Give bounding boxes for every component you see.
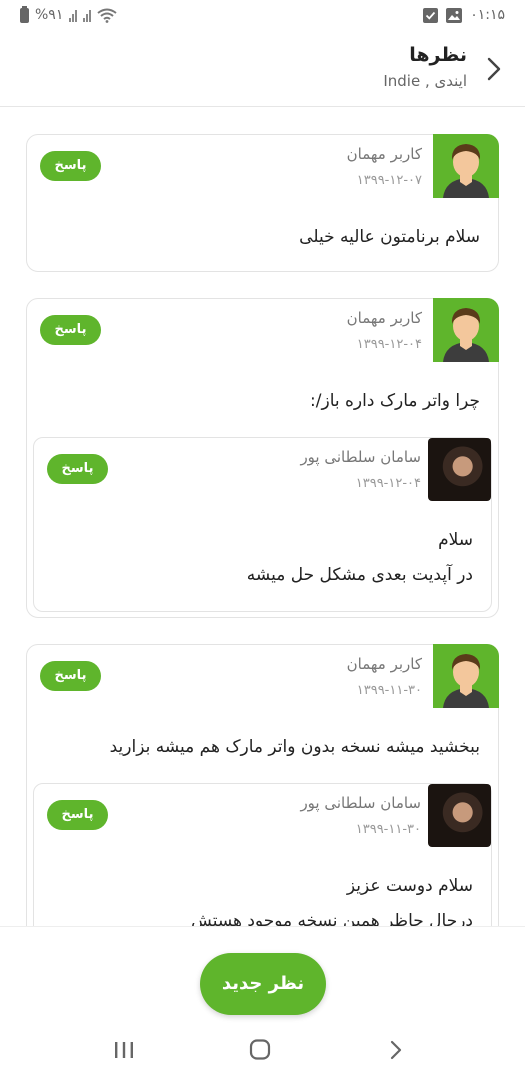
system-nav-bar bbox=[0, 1027, 525, 1077]
comment-date: ۱۳۹۹-۱۲-۰۴ bbox=[356, 337, 422, 352]
guest-avatar bbox=[433, 644, 499, 708]
app-header: نظرها ایندی , Indie bbox=[0, 32, 525, 107]
bottom-bar: نظر جدید bbox=[0, 926, 525, 1080]
reply-text-line: سلام bbox=[438, 530, 473, 550]
comment-author: کاربر مهمان bbox=[346, 309, 422, 327]
comment-card: کاربر مهمان ۱۳۹۹-۱۱-۳۰ پاسخ ببخشید میشه … bbox=[26, 644, 499, 926]
new-comment-button[interactable]: نظر جدید bbox=[200, 953, 326, 1015]
battery-icon bbox=[20, 5, 29, 23]
user-avatar-icon bbox=[443, 654, 489, 708]
comment-date: ۱۳۹۹-۱۱-۳۰ bbox=[356, 683, 422, 698]
reply-button[interactable]: پاسخ bbox=[40, 315, 101, 345]
reply-button[interactable]: پاسخ bbox=[47, 800, 108, 830]
reply-text-line: درحال حاظر همین نسخه موجود هستش bbox=[191, 911, 473, 926]
checkbox-notification-icon bbox=[423, 7, 439, 23]
guest-avatar bbox=[433, 134, 499, 198]
status-right: ۰۱:۱۵ bbox=[423, 7, 505, 23]
reply-text-line: در آپدیت بعدی مشکل حل میشه bbox=[246, 565, 473, 585]
reply-date: ۱۳۹۹-۱۲-۰۴ bbox=[355, 476, 421, 491]
page-title: نظرها bbox=[409, 44, 467, 66]
back-chevron-icon[interactable] bbox=[481, 54, 507, 84]
signal-icon-2 bbox=[83, 8, 92, 22]
clock: ۰۱:۱۵ bbox=[470, 7, 505, 23]
comment-date: ۱۳۹۹-۱۲-۰۷ bbox=[356, 173, 422, 188]
author-photo-avatar bbox=[428, 784, 491, 847]
reply-button[interactable]: پاسخ bbox=[40, 661, 101, 691]
reply-text-line: سلام دوست عزیز bbox=[346, 876, 473, 896]
home-icon[interactable] bbox=[248, 1039, 272, 1061]
comment-author: کاربر مهمان bbox=[346, 145, 422, 163]
wifi-icon bbox=[97, 8, 117, 23]
signal-icon bbox=[69, 8, 78, 22]
guest-avatar bbox=[433, 298, 499, 362]
comment-text: سلام برنامتون عالیه خیلی bbox=[299, 227, 480, 247]
nav-back-icon[interactable] bbox=[388, 1039, 404, 1061]
reply-author: سامان سلطانی پور bbox=[300, 794, 421, 812]
reply-date: ۱۳۹۹-۱۱-۳۰ bbox=[355, 822, 421, 837]
reply-card: سامان سلطانی پور ۱۳۹۹-۱۱-۳۰ پاسخ سلام دو… bbox=[33, 783, 492, 926]
comment-card: کاربر مهمان ۱۳۹۹-۱۲-۰۴ پاسخ چرا واتر مار… bbox=[26, 298, 499, 618]
comment-text: ببخشید میشه نسخه بدون واتر مارک هم میشه … bbox=[109, 737, 480, 757]
comments-list[interactable]: کاربر مهمان ۱۳۹۹-۱۲-۰۷ پاسخ سلام برنامتو… bbox=[0, 108, 525, 926]
reply-author: سامان سلطانی پور bbox=[300, 448, 421, 466]
status-bar: %۹۱ ۰۱:۱۵ bbox=[0, 0, 525, 32]
user-avatar-icon bbox=[443, 308, 489, 362]
recent-apps-icon[interactable] bbox=[113, 1039, 135, 1061]
comment-text: چرا واتر مارک داره باز/: bbox=[310, 391, 480, 411]
battery-level: %۹۱ bbox=[35, 7, 64, 23]
comment-author: کاربر مهمان bbox=[346, 655, 422, 673]
status-left: %۹۱ bbox=[20, 5, 117, 23]
reply-button[interactable]: پاسخ bbox=[40, 151, 101, 181]
user-avatar-icon bbox=[443, 144, 489, 198]
image-notification-icon bbox=[446, 7, 463, 23]
reply-button[interactable]: پاسخ bbox=[47, 454, 108, 484]
page-subtitle: ایندی , Indie bbox=[383, 72, 467, 90]
reply-card: سامان سلطانی پور ۱۳۹۹-۱۲-۰۴ پاسخ سلام در… bbox=[33, 437, 492, 612]
comment-card: کاربر مهمان ۱۳۹۹-۱۲-۰۷ پاسخ سلام برنامتو… bbox=[26, 134, 499, 272]
author-photo-avatar bbox=[428, 438, 491, 501]
